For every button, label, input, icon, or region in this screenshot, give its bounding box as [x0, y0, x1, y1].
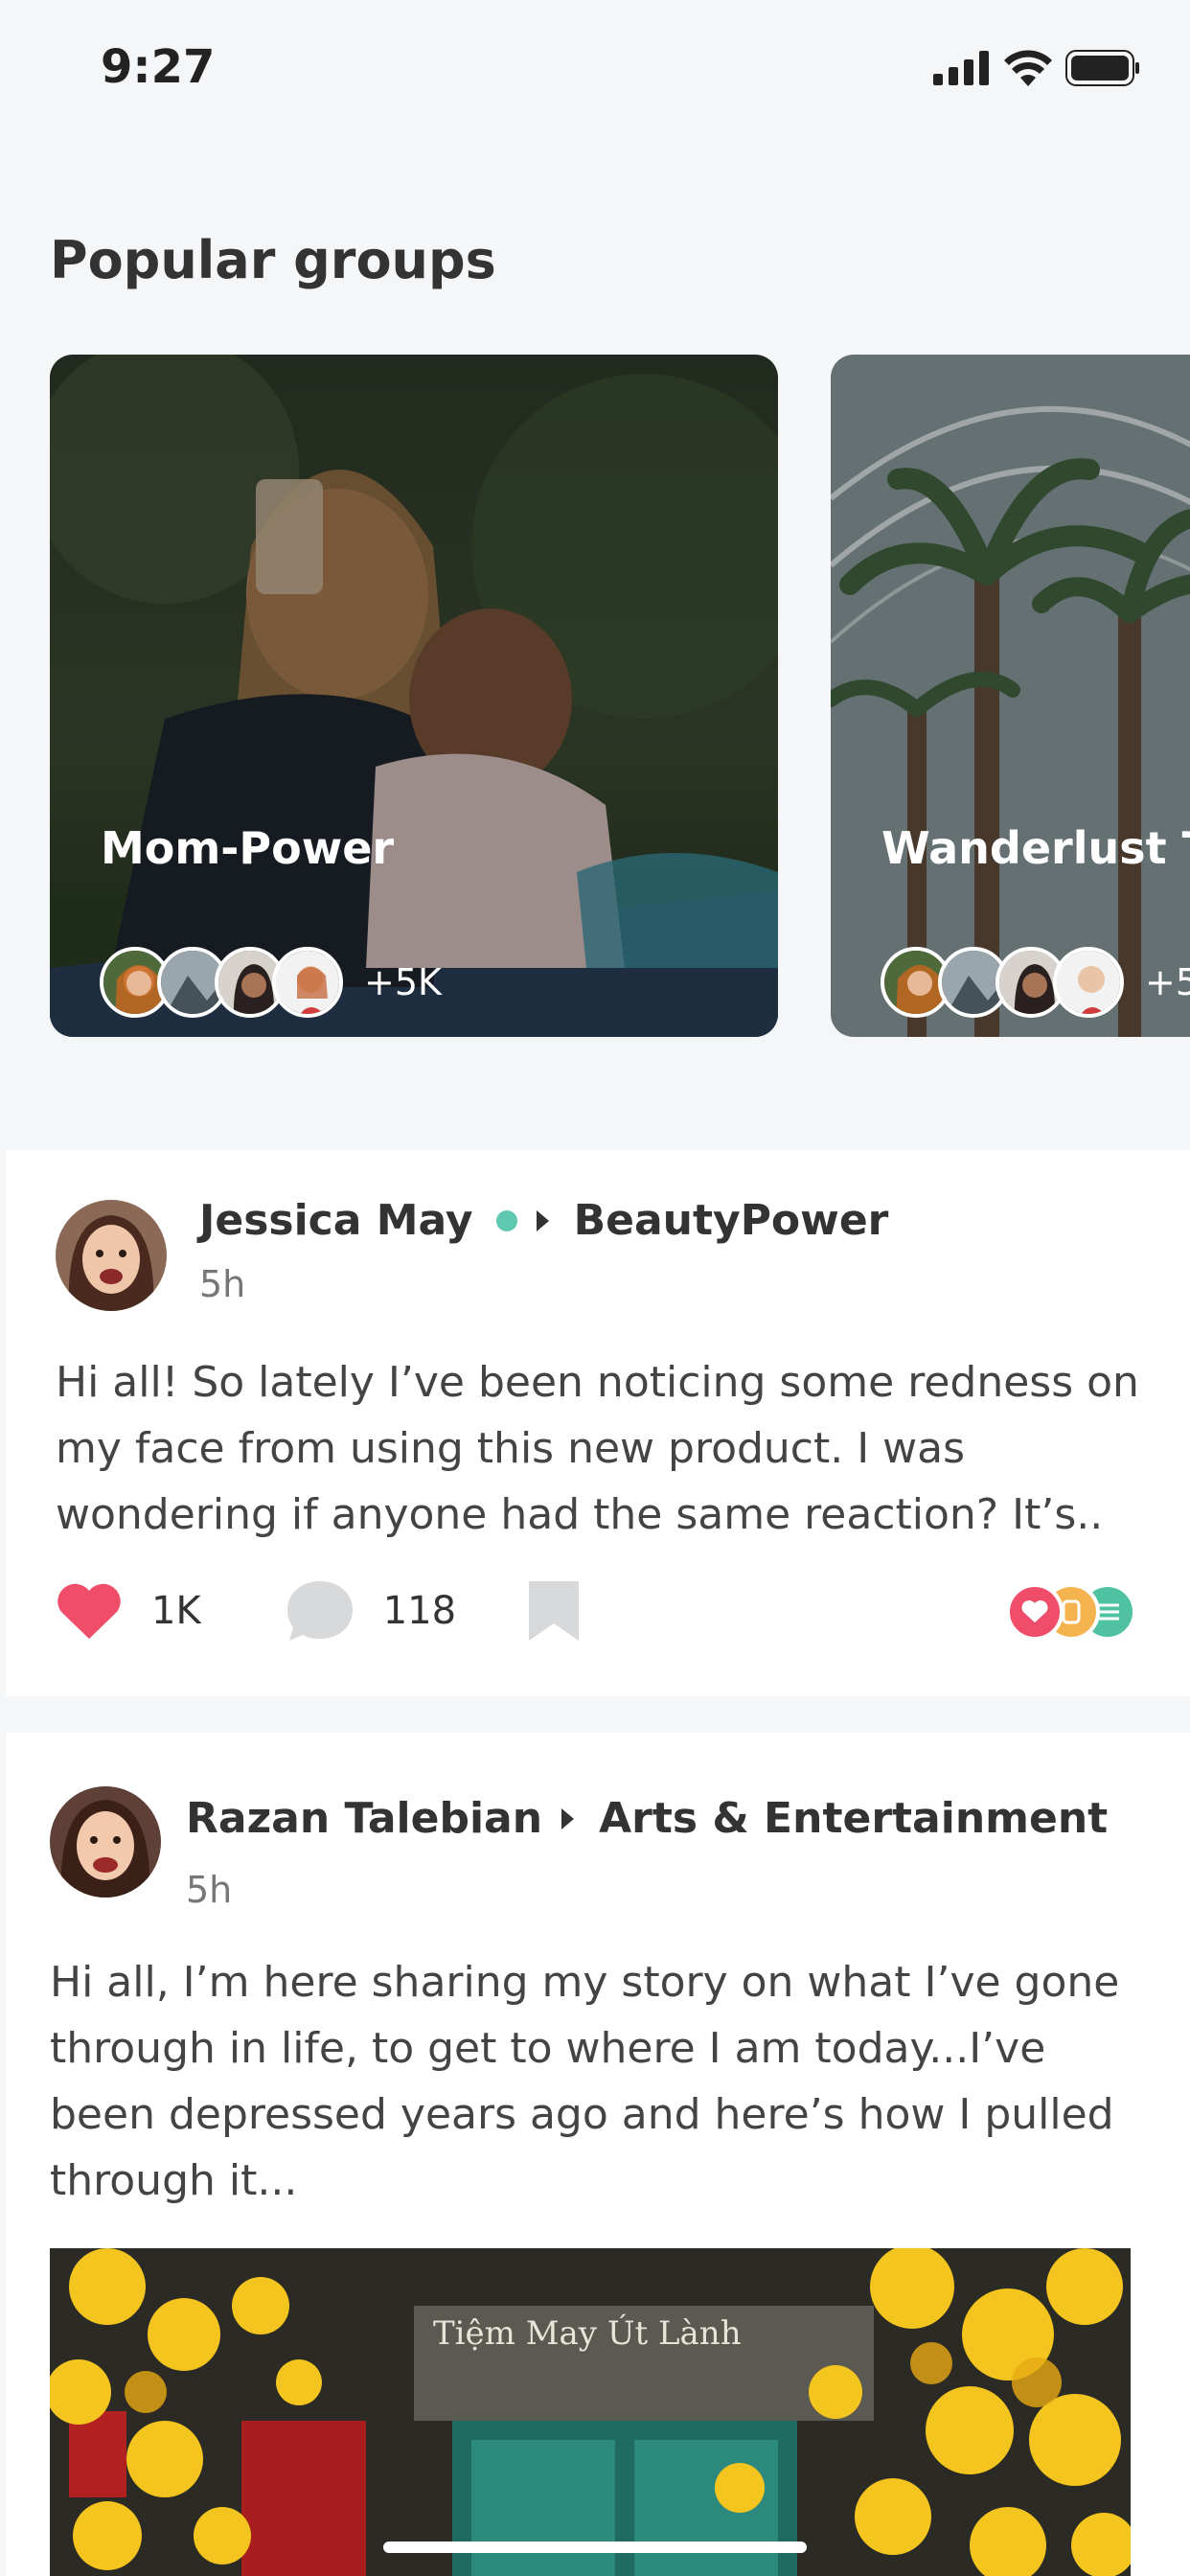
member-avatar	[272, 947, 343, 1018]
shop-sign: Tiệm May Út Lành	[433, 2313, 742, 2353]
group-cover-image	[50, 355, 778, 1037]
section-title: Popular groups	[50, 230, 496, 290]
post-card[interactable]: Jessica May BeautyPower 5h Hi all! So la…	[6, 1150, 1190, 1696]
author-name[interactable]: Jessica May	[199, 1196, 473, 1245]
post-header: Razan Talebian Arts & Entertainment	[186, 1794, 1108, 1843]
group-name: Mom-Power	[101, 822, 395, 874]
comment-icon[interactable]	[286, 1579, 355, 1643]
arrow-right-icon	[536, 1209, 549, 1231]
heart-icon[interactable]	[56, 1581, 123, 1641]
member-avatar	[1053, 947, 1124, 1018]
cellular-signal-icon	[933, 51, 989, 85]
member-avatars: +5K	[100, 947, 442, 1018]
like-count: 1K	[151, 1589, 201, 1633]
group-link[interactable]: BeautyPower	[574, 1196, 889, 1245]
author-name[interactable]: Razan Talebian	[186, 1794, 542, 1843]
post-text[interactable]: Hi all! So lately I’ve been noticing som…	[56, 1349, 1139, 1548]
author-avatar[interactable]	[56, 1200, 167, 1311]
post-image[interactable]: Tiệm May Út Lành	[50, 2248, 1131, 2576]
group-link[interactable]: Arts & Entertainment	[599, 1794, 1108, 1843]
bookmark-icon[interactable]	[527, 1579, 581, 1643]
arrow-right-icon	[561, 1807, 575, 1829]
member-avatars: +5	[881, 947, 1190, 1018]
status-icons	[933, 50, 1140, 86]
group-cover-image	[831, 355, 1190, 1037]
post-card[interactable]: Razan Talebian Arts & Entertainment 5h H…	[6, 1733, 1190, 2576]
post-header: Jessica May BeautyPower	[199, 1196, 888, 1245]
member-count: +5K	[364, 961, 442, 1003]
group-name: Wanderlust T	[881, 822, 1190, 874]
status-time: 9:27	[101, 40, 216, 94]
group-card-mom-power[interactable]: Mc Mom-Power +5K	[50, 355, 778, 1037]
wifi-icon	[1004, 50, 1052, 86]
battery-icon	[1065, 50, 1139, 86]
post-actions: 1K 118	[56, 1579, 581, 1643]
post-time: 5h	[186, 1869, 233, 1911]
group-card-wanderlust[interactable]: Wanderlust T +5	[831, 355, 1190, 1037]
author-avatar[interactable]	[50, 1786, 161, 1898]
reaction-summary[interactable]	[1006, 1583, 1136, 1641]
reaction-heart-icon	[1006, 1583, 1064, 1641]
online-status-dot	[495, 1209, 517, 1231]
member-count: +5	[1145, 961, 1190, 1003]
comment-count: 118	[382, 1589, 457, 1633]
post-text[interactable]: Hi all, I’m here sharing my story on wha…	[50, 1949, 1119, 2214]
post-time: 5h	[199, 1263, 246, 1305]
home-indicator[interactable]	[383, 2542, 807, 2553]
